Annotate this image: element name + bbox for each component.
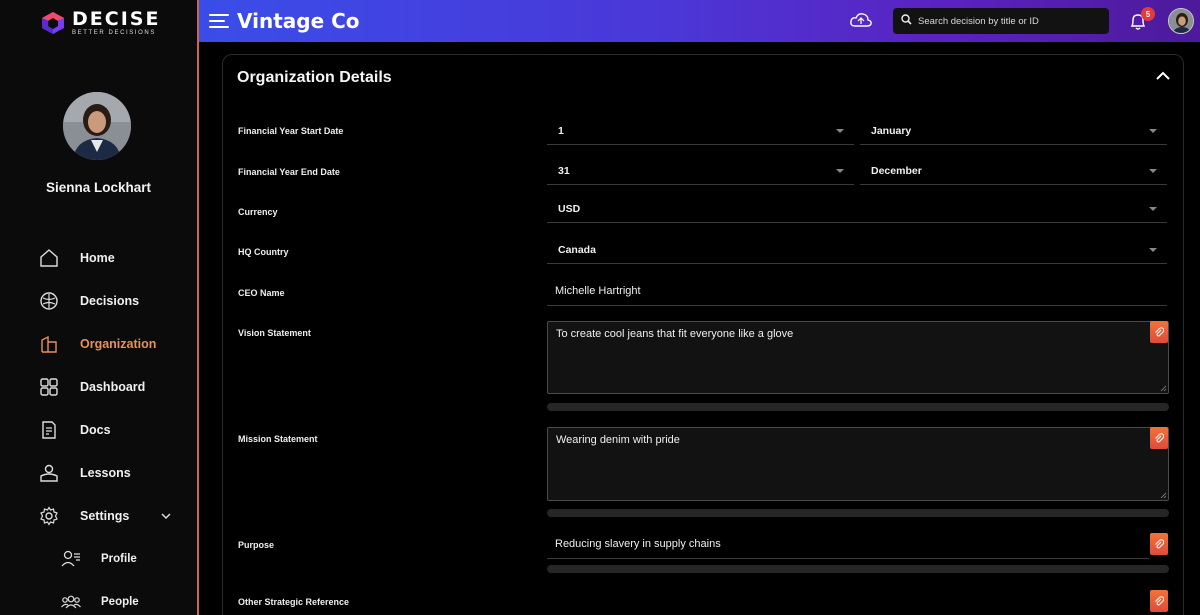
fy-end-day-value: 31 [558,164,570,177]
cloud-sync-icon[interactable] [849,11,873,31]
hamburger-menu-icon[interactable] [209,12,229,30]
sidebar-subitem-people[interactable]: People [0,580,197,615]
sidebar-item-label: Dashboard [80,379,146,394]
sidebar-item-label: Settings [80,508,130,523]
dropdown-arrow-icon [1149,129,1157,133]
hq-country-select[interactable]: Canada [547,236,1167,264]
paperclip-icon [1155,539,1164,549]
notification-badge: 5 [1141,7,1155,21]
other-strategic-attach-button[interactable] [1150,590,1168,612]
fy-start-label: Financial Year Start Date [238,126,344,136]
dropdown-arrow-icon [1149,248,1157,252]
ceo-name-input[interactable]: Michelle Hartright [547,276,1167,306]
chevron-down-icon[interactable] [161,507,171,525]
hq-country-value: Canada [558,243,596,256]
search-input[interactable] [918,15,1098,27]
sidebar-item-label: Organization [80,336,157,351]
mission-attach-button[interactable] [1150,427,1168,449]
brand-name: DECISE [72,8,161,30]
mission-scrollbar[interactable] [547,509,1169,517]
sidebar-item-lessons[interactable]: Lessons [0,451,197,494]
purpose-attach-button[interactable] [1150,533,1168,555]
sidebar-item-dashboard[interactable]: Dashboard [0,365,197,408]
dropdown-arrow-icon [1149,169,1157,173]
user-name: Sienna Lockhart [45,180,152,195]
vision-scrollbar[interactable] [547,403,1169,411]
sidebar-item-organization[interactable]: Organization [0,322,197,365]
sidebar-nav: Home Decisions Organization Dashboard Do… [0,236,197,615]
avatar-portrait-icon [63,92,131,160]
sidebar-item-home[interactable]: Home [0,236,197,279]
avatar-portrait-icon [1169,9,1193,33]
resize-handle-icon[interactable] [1160,492,1167,499]
fy-start-day-select[interactable]: 1 [547,117,854,145]
currency-value: USD [558,202,581,215]
hq-country-label: HQ Country [238,247,289,257]
dropdown-arrow-icon [836,129,844,133]
currency-select[interactable]: USD [547,195,1167,223]
search-bar[interactable] [893,8,1109,34]
sidebar-item-label: Lessons [80,465,131,480]
fy-start-month-select[interactable]: January [860,117,1167,145]
fy-start-month-value: January [871,124,912,137]
currency-label: Currency [238,207,278,217]
paperclip-icon [1155,327,1164,337]
document-icon [38,419,60,441]
purpose-label: Purpose [238,540,275,550]
decise-logo-icon [42,12,64,34]
fy-start-day-value: 1 [558,124,564,137]
vision-textarea[interactable]: To create cool jeans that fit everyone l… [547,321,1169,394]
sidebar-item-decisions[interactable]: Decisions [0,279,197,322]
sidebar-item-settings[interactable]: Settings [0,494,197,537]
building-icon [38,333,60,355]
sidebar: DECISE BETTER DECISIONS Sienna Lockhart … [0,0,199,615]
fy-end-day-select[interactable]: 31 [547,157,854,185]
brain-icon [38,290,60,312]
purpose-scrollbar[interactable] [547,565,1169,573]
other-strategic-label: Other Strategic Reference [238,597,350,607]
paperclip-icon [1155,596,1164,606]
sidebar-item-label: Home [80,250,115,265]
dropdown-arrow-icon [836,169,844,173]
sidebar-item-docs[interactable]: Docs [0,408,197,451]
chevron-up-icon[interactable] [1155,69,1171,83]
page-title: Vintage Co [237,9,360,33]
vision-label: Vision Statement [238,328,311,338]
organization-details-card: Organization Details Financial Year Star… [222,54,1184,615]
mission-textarea[interactable]: Wearing denim with pride [547,427,1169,501]
ceo-name-label: CEO Name [238,288,285,298]
top-header: Vintage Co 5 [199,0,1200,42]
resize-handle-icon[interactable] [1160,385,1167,392]
fy-end-label: Financial Year End Date [238,167,340,177]
sidebar-item-label: Decisions [80,293,140,308]
gear-icon [38,505,60,527]
home-icon [38,247,60,269]
brand-logo[interactable]: DECISE BETTER DECISIONS [40,10,160,36]
profile-icon [60,548,82,570]
fy-end-month-value: December [871,164,922,177]
user-avatar[interactable] [63,92,131,160]
sidebar-subitem-profile[interactable]: Profile [0,537,197,580]
header-user-avatar[interactable] [1168,8,1194,34]
people-icon [60,591,82,613]
fy-end-month-select[interactable]: December [860,157,1167,185]
purpose-input[interactable]: Reducing slavery in supply chains [547,529,1149,559]
sidebar-item-label: Profile [101,552,137,565]
lessons-icon [38,462,60,484]
mission-value: Wearing denim with pride [556,434,680,446]
sidebar-item-label: Docs [80,422,111,437]
card-title: Organization Details [237,69,392,86]
dropdown-arrow-icon [1149,207,1157,211]
grid-icon [38,376,60,398]
paperclip-icon [1155,433,1164,443]
brand-tagline: BETTER DECISIONS [72,30,156,36]
search-icon [901,12,912,30]
sidebar-item-label: People [101,595,139,608]
vision-attach-button[interactable] [1150,321,1168,343]
vision-value: To create cool jeans that fit everyone l… [556,328,794,340]
mission-label: Mission Statement [238,434,318,444]
